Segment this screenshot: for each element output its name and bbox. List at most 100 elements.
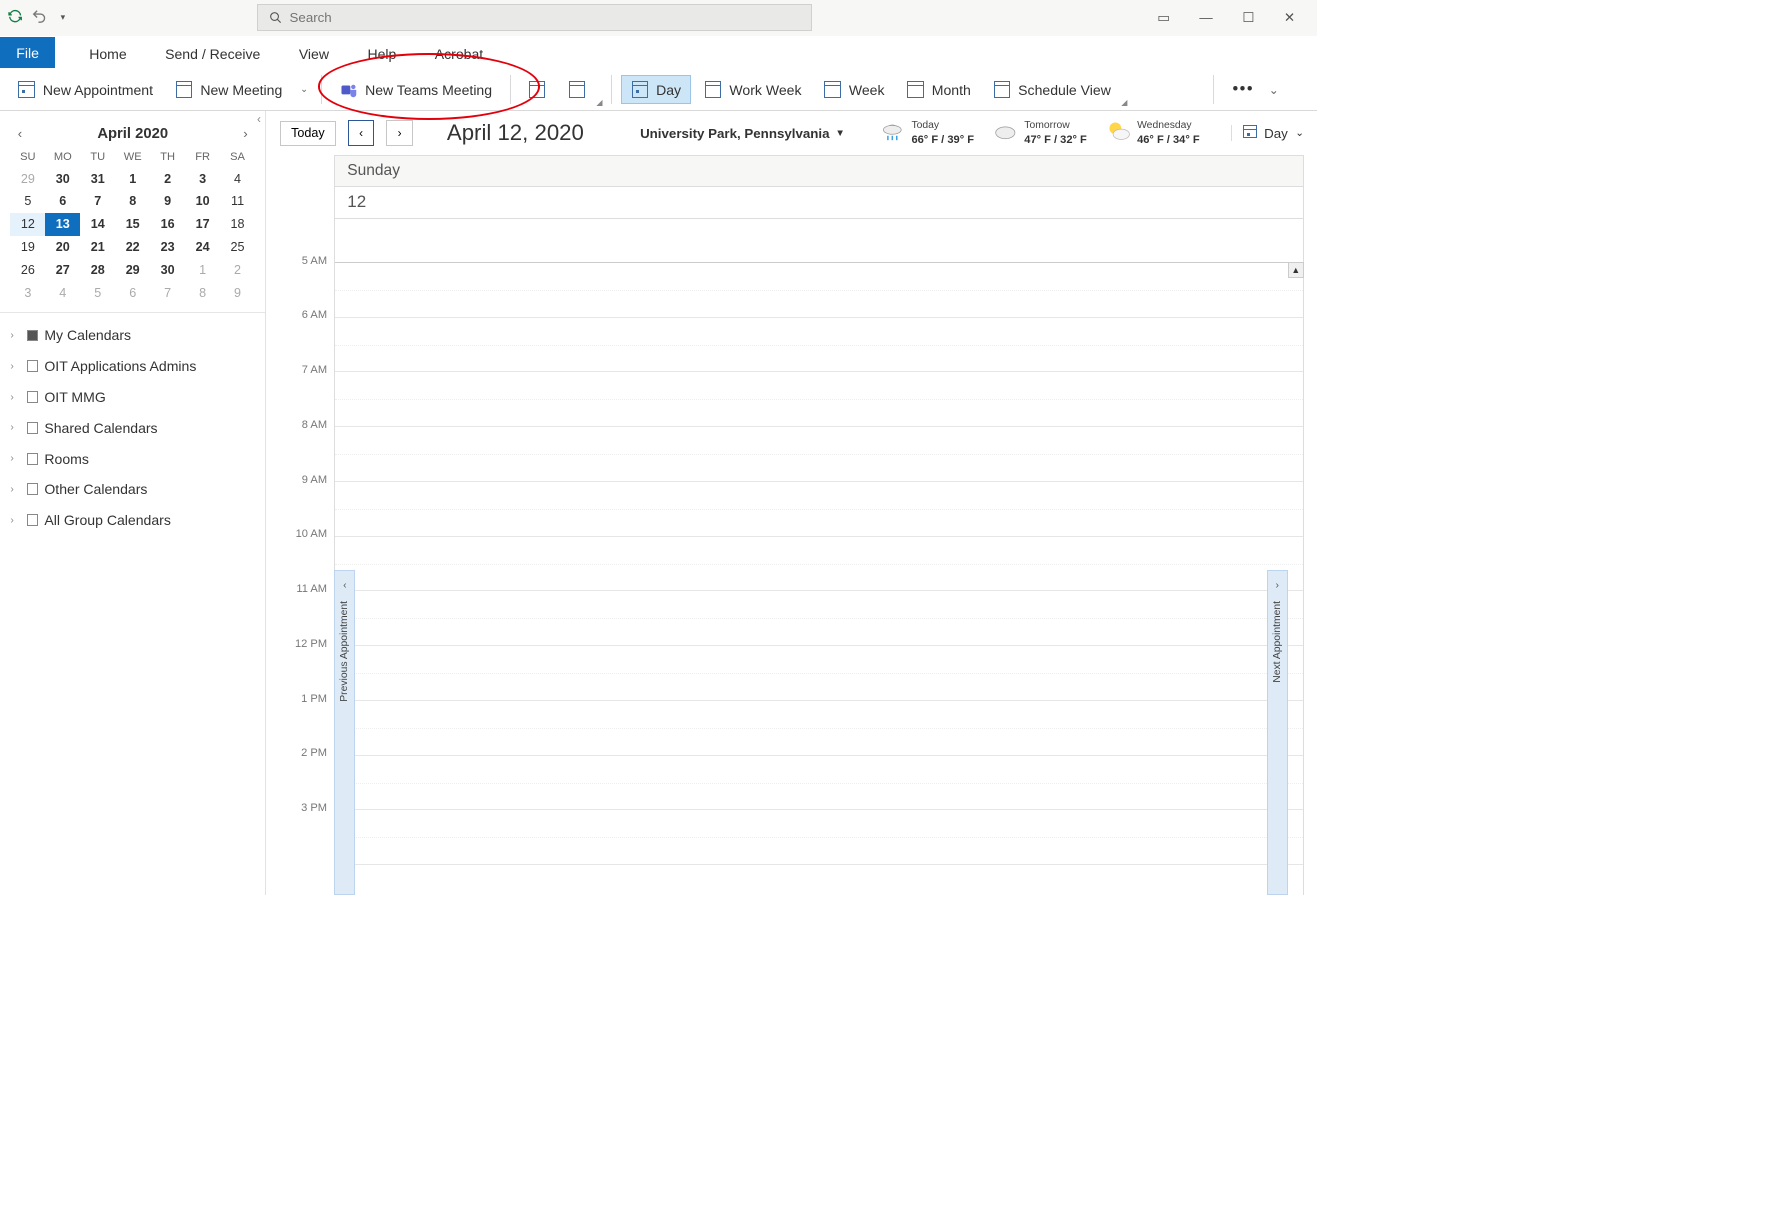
- schedule-view-button[interactable]: Schedule View: [984, 76, 1120, 103]
- mini-cal-day[interactable]: 11: [220, 190, 255, 213]
- checkbox[interactable]: [27, 514, 39, 526]
- ribbon-overflow-icon[interactable]: •••: [1232, 80, 1254, 99]
- expand-icon[interactable]: ›: [10, 361, 20, 372]
- checkbox[interactable]: [27, 391, 39, 403]
- mini-cal-day[interactable]: 30: [150, 259, 185, 282]
- tab-send-receive[interactable]: Send / Receive: [162, 40, 263, 68]
- prev-day-button[interactable]: ‹: [348, 120, 375, 147]
- calendar-group-item[interactable]: ›OIT MMG: [0, 382, 265, 413]
- mini-cal-day[interactable]: 7: [150, 281, 185, 304]
- calendar-group-item[interactable]: ›All Group Calendars: [0, 505, 265, 536]
- mini-cal-day[interactable]: 23: [150, 236, 185, 259]
- next-appointment-handle[interactable]: › Next Appointment: [1267, 570, 1288, 896]
- mini-cal-day[interactable]: 31: [80, 167, 115, 190]
- tab-help[interactable]: Help: [365, 40, 400, 68]
- tab-file[interactable]: File: [0, 37, 55, 68]
- mini-cal-day[interactable]: 13: [45, 213, 80, 236]
- mini-cal-day[interactable]: 1: [185, 259, 220, 282]
- hour-slot[interactable]: [335, 372, 1302, 427]
- weather-item[interactable]: Today66° F / 39° F: [879, 118, 974, 148]
- mini-cal-day[interactable]: 30: [45, 167, 80, 190]
- previous-appointment-handle[interactable]: ‹ Previous Appointment: [334, 570, 355, 896]
- weather-item[interactable]: Tomorrow47° F / 32° F: [992, 118, 1087, 148]
- mini-cal-day[interactable]: 8: [115, 190, 150, 213]
- checkbox[interactable]: [27, 330, 39, 342]
- mini-cal-day[interactable]: 2: [220, 259, 255, 282]
- checkbox[interactable]: [27, 483, 39, 495]
- mini-cal-day[interactable]: 29: [115, 259, 150, 282]
- mini-cal-day[interactable]: 28: [80, 259, 115, 282]
- mini-cal-day[interactable]: 9: [220, 281, 255, 304]
- tab-acrobat[interactable]: Acrobat: [432, 40, 486, 68]
- next-month-icon[interactable]: ›: [243, 126, 247, 141]
- dialog-launcher-icon[interactable]: ◢: [596, 97, 602, 107]
- mini-cal-day[interactable]: 14: [80, 213, 115, 236]
- mini-cal-day[interactable]: 24: [185, 236, 220, 259]
- mini-cal-day[interactable]: 9: [150, 190, 185, 213]
- checkbox[interactable]: [27, 453, 39, 465]
- mini-cal-day[interactable]: 2: [150, 167, 185, 190]
- expand-icon[interactable]: ›: [10, 422, 20, 433]
- mini-cal-day[interactable]: 8: [185, 281, 220, 304]
- next-7-days-button[interactable]: [559, 76, 595, 103]
- hour-slot[interactable]: [335, 318, 1302, 373]
- mini-cal-day[interactable]: 16: [150, 213, 185, 236]
- mini-cal-day[interactable]: 5: [80, 281, 115, 304]
- mini-cal-day[interactable]: 6: [115, 281, 150, 304]
- minimize-icon[interactable]: —: [1199, 10, 1212, 25]
- mini-cal-day[interactable]: 7: [80, 190, 115, 213]
- mini-cal-day[interactable]: 27: [45, 259, 80, 282]
- hour-slot[interactable]: [335, 537, 1302, 592]
- mini-cal-day[interactable]: 6: [45, 190, 80, 213]
- calendar-group-item[interactable]: ›Shared Calendars: [0, 412, 265, 443]
- hour-slot[interactable]: [335, 591, 1302, 646]
- new-meeting-button[interactable]: New Meeting: [166, 76, 291, 103]
- mini-cal-day[interactable]: 15: [115, 213, 150, 236]
- search-input[interactable]: [290, 10, 802, 25]
- new-appointment-button[interactable]: New Appointment: [9, 76, 162, 103]
- day-view-button[interactable]: Day: [621, 75, 691, 104]
- weather-item[interactable]: Wednesday46° F / 34° F: [1105, 118, 1200, 148]
- scroll-up-icon[interactable]: ▲: [1288, 262, 1304, 278]
- hour-slot[interactable]: [335, 701, 1302, 756]
- mini-cal-day[interactable]: 21: [80, 236, 115, 259]
- sync-icon[interactable]: [7, 8, 23, 27]
- mini-cal-day[interactable]: 25: [220, 236, 255, 259]
- mini-cal-day[interactable]: 4: [220, 167, 255, 190]
- mini-cal-day[interactable]: 3: [185, 167, 220, 190]
- tab-home[interactable]: Home: [86, 40, 129, 68]
- hour-slot[interactable]: [335, 263, 1302, 318]
- tab-view[interactable]: View: [296, 40, 332, 68]
- expand-icon[interactable]: ›: [10, 484, 20, 495]
- ribbon-collapse-icon[interactable]: ⌄: [1269, 83, 1279, 97]
- mini-cal-day[interactable]: 29: [10, 167, 45, 190]
- hour-slot[interactable]: [335, 810, 1302, 865]
- mini-cal-day[interactable]: 19: [10, 236, 45, 259]
- hour-slot[interactable]: [335, 756, 1302, 811]
- mini-cal-day[interactable]: 4: [45, 281, 80, 304]
- today-button[interactable]: Today: [280, 121, 336, 146]
- expand-icon[interactable]: ›: [10, 392, 20, 403]
- mini-cal-day[interactable]: 10: [185, 190, 220, 213]
- sidebar-collapse-icon[interactable]: ‹: [257, 112, 261, 126]
- calendar-group-item[interactable]: ›Rooms: [0, 443, 265, 474]
- dialog-launcher-2-icon[interactable]: ◢: [1121, 97, 1127, 107]
- new-meeting-dropdown-icon[interactable]: ⌄: [296, 84, 313, 95]
- expand-icon[interactable]: ›: [10, 330, 20, 341]
- qat-dropdown-icon[interactable]: ▾: [61, 12, 65, 23]
- goto-button[interactable]: [519, 76, 555, 103]
- all-day-area[interactable]: [335, 219, 1302, 263]
- hour-slot[interactable]: [335, 427, 1302, 482]
- close-icon[interactable]: ✕: [1284, 10, 1295, 26]
- calendar-group-item[interactable]: ›My Calendars: [0, 320, 265, 351]
- maximize-icon[interactable]: ☐: [1242, 10, 1254, 26]
- mini-cal-day[interactable]: 3: [10, 281, 45, 304]
- location-selector[interactable]: University Park, Pennsylvania ▼: [640, 126, 845, 141]
- undo-icon[interactable]: [31, 8, 47, 27]
- hour-slot[interactable]: [335, 646, 1302, 701]
- view-picker[interactable]: Day ⌄: [1231, 125, 1304, 141]
- checkbox[interactable]: [27, 360, 39, 372]
- new-teams-meeting-button[interactable]: New Teams Meeting: [331, 76, 501, 103]
- week-view-button[interactable]: Week: [815, 76, 894, 103]
- mini-cal-day[interactable]: 5: [10, 190, 45, 213]
